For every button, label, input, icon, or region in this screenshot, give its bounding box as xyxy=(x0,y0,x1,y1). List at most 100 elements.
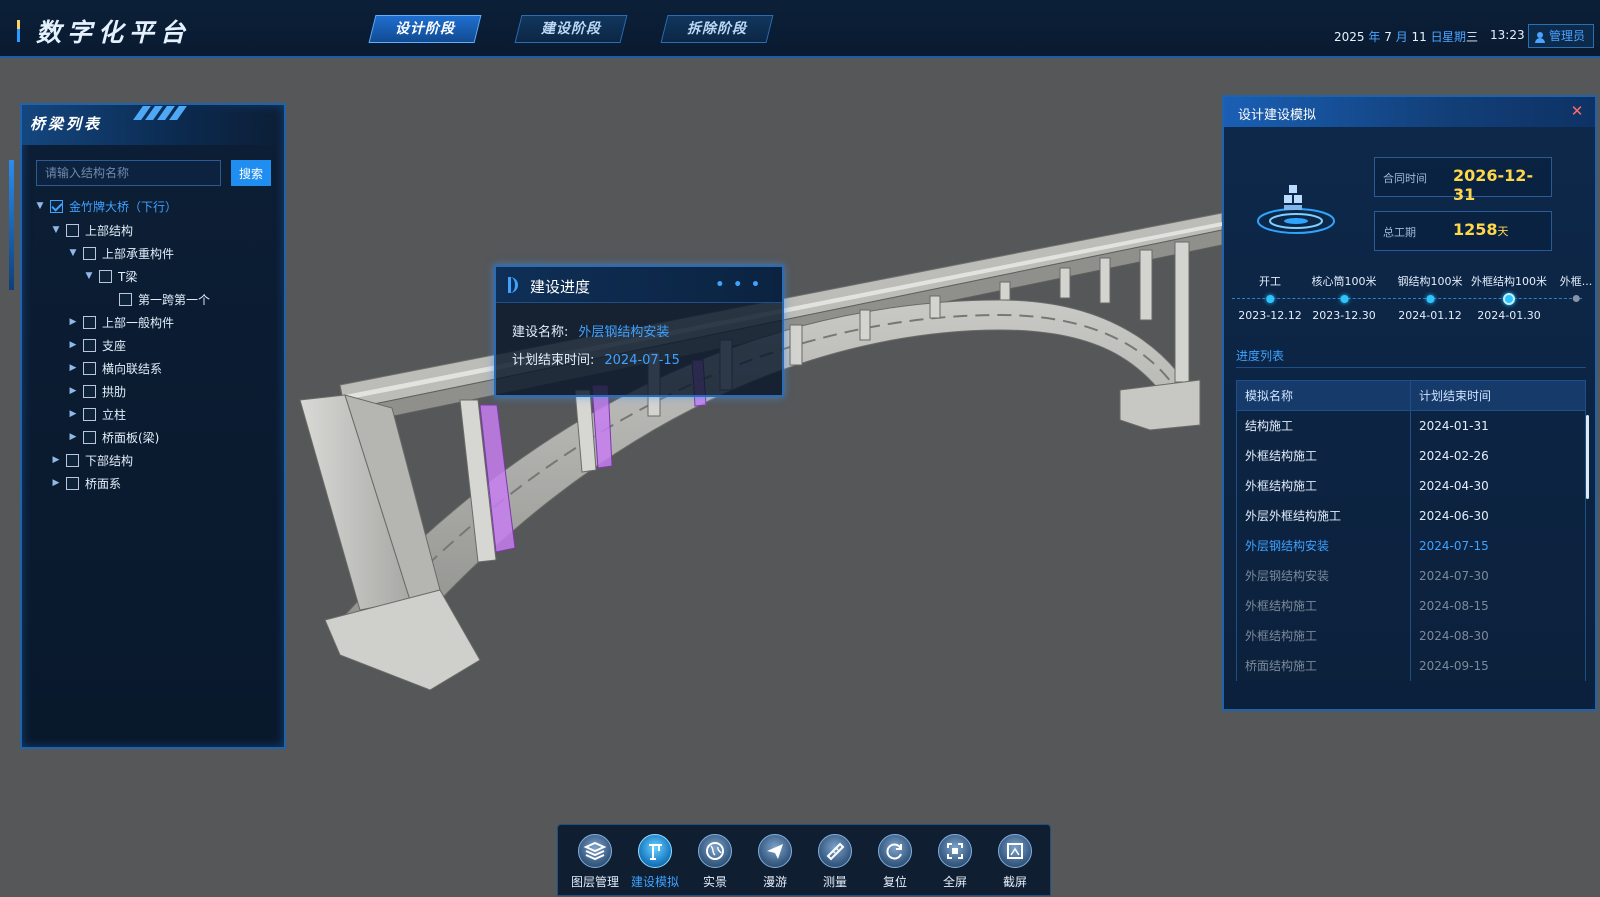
milestone-node[interactable]: 核心筒100米 2023-12.30 xyxy=(1312,273,1377,322)
tree-node-bearing[interactable]: ▶ 支座 xyxy=(67,335,126,355)
right-abutment xyxy=(1119,379,1201,431)
tree-checkbox[interactable] xyxy=(66,223,79,237)
progress-icon xyxy=(508,277,518,293)
fullscreen-icon xyxy=(947,843,963,859)
construction-name-row: 建设名称: 外层钢结构安装 xyxy=(512,325,670,340)
table-scrollbar[interactable] xyxy=(1586,415,1589,499)
simulation-panel-header: 设计建设模拟 ✕ xyxy=(1224,97,1595,127)
header-weekday: 星期三 xyxy=(1442,30,1479,44)
construction-simulation-button[interactable]: 建设模拟 xyxy=(626,834,684,890)
tree-node-arch-rib[interactable]: ▶ 拱肋 xyxy=(67,381,126,401)
progress-popup-header: 建设进度 • • • xyxy=(496,267,782,303)
bridge-list-title: 桥梁列表 xyxy=(30,115,103,133)
crane-icon xyxy=(649,844,662,860)
left-panel-accent xyxy=(9,160,14,290)
tree-node-general-members[interactable]: ▶ 上部一般构件 xyxy=(67,312,174,332)
top-header: 数字化平台 设计阶段 建设阶段 拆除阶段 2025 年 7 月 11 日 星期三… xyxy=(0,0,1600,58)
tree-node-t-beam[interactable]: ▼ T梁 xyxy=(83,266,137,286)
section-divider xyxy=(1236,367,1586,368)
roam-button[interactable]: 漫游 xyxy=(746,834,804,890)
search-button[interactable]: 搜索 xyxy=(231,160,271,186)
table-row[interactable]: 外框结构施工 2024-08-30 xyxy=(1236,620,1586,651)
tree-checkbox[interactable] xyxy=(99,269,112,283)
globe-icon xyxy=(706,842,724,860)
reset-icon xyxy=(886,843,902,860)
simulation-panel-title: 设计建设模拟 xyxy=(1238,108,1317,123)
tree-node-column[interactable]: ▶ 立柱 xyxy=(67,404,126,424)
milestone-node-current[interactable]: 外框结构100米 2024-01.30 xyxy=(1471,273,1547,322)
user-button[interactable]: 管理员 xyxy=(1527,24,1594,48)
tree-checkbox[interactable] xyxy=(83,430,96,444)
milestone-node-future[interactable]: 外框... xyxy=(1560,273,1592,308)
tree-checkbox[interactable] xyxy=(50,199,63,213)
tree-node-first-span[interactable]: 第一跨第一个 xyxy=(115,289,210,309)
tree-node-bridge[interactable]: ▼ 金竹牌大桥（下行） xyxy=(34,196,177,216)
tree-checkbox[interactable] xyxy=(66,453,79,467)
collapse-caret-icon[interactable]: ▶ xyxy=(67,317,79,327)
column-header-name[interactable]: 模拟名称 xyxy=(1236,380,1411,411)
collapse-caret-icon[interactable]: ▶ xyxy=(67,432,79,442)
expand-caret-icon[interactable]: ▼ xyxy=(83,271,95,281)
tree-checkbox[interactable] xyxy=(83,315,96,329)
collapse-caret-icon[interactable]: ▶ xyxy=(50,455,62,465)
tree-node-substructure[interactable]: ▶ 下部结构 xyxy=(50,450,133,470)
more-options-icon[interactable]: • • • xyxy=(715,277,762,293)
project-emblem-icon xyxy=(1257,185,1335,234)
milestone-node[interactable]: 钢结构100米 2024-01.12 xyxy=(1398,273,1463,322)
collapse-caret-icon[interactable]: ▶ xyxy=(67,340,79,350)
tab-demolition-stage[interactable]: 拆除阶段 xyxy=(660,15,774,43)
collapse-caret-icon[interactable]: ▶ xyxy=(67,409,79,419)
table-row[interactable]: 外框结构施工 2024-08-15 xyxy=(1236,590,1586,621)
tree-node-load-bearing[interactable]: ▼ 上部承重构件 xyxy=(67,243,174,263)
tab-design-stage[interactable]: 设计阶段 xyxy=(368,15,482,43)
contract-date-box: 合同时间 2026-12-31 xyxy=(1374,157,1552,204)
table-row-active[interactable]: 外层钢结构安装 2024-07-15 xyxy=(1236,530,1586,561)
user-icon xyxy=(1534,31,1545,43)
column-header-end-date[interactable]: 计划结束时间 xyxy=(1410,380,1586,411)
tree-node-superstructure[interactable]: ▼ 上部结构 xyxy=(50,220,133,240)
expand-caret-icon[interactable]: ▼ xyxy=(67,248,79,258)
table-row[interactable]: 结构施工 2024-01-31 xyxy=(1236,410,1586,441)
ruler-icon xyxy=(826,842,845,861)
expand-caret-icon[interactable]: ▼ xyxy=(34,201,46,211)
bottom-toolbar: 图层管理 建设模拟 实景 漫游 测量 复位 全屏 截屏 xyxy=(557,824,1051,896)
layer-manager-button[interactable]: 图层管理 xyxy=(566,834,624,890)
live-view-button[interactable]: 实景 xyxy=(686,834,744,890)
expand-caret-icon[interactable]: ▼ xyxy=(50,225,62,235)
tab-construction-stage[interactable]: 建设阶段 xyxy=(514,15,628,43)
table-row[interactable]: 外框结构施工 2024-04-30 xyxy=(1236,470,1586,501)
table-row[interactable]: 外框结构施工 2024-02-26 xyxy=(1236,440,1586,471)
progress-popup-title: 建设进度 xyxy=(530,278,591,296)
table-row[interactable]: 桥面结构施工 2024-09-15 xyxy=(1236,650,1586,681)
table-row[interactable]: 外层钢结构安装 2024-07-30 xyxy=(1236,560,1586,591)
title-accent-bar xyxy=(17,20,20,42)
measure-button[interactable]: 测量 xyxy=(806,834,864,890)
screenshot-icon xyxy=(1007,843,1023,859)
structure-search-input[interactable] xyxy=(36,160,221,186)
bridge-list-header: 桥梁列表 xyxy=(22,105,284,145)
collapse-caret-icon[interactable]: ▶ xyxy=(67,386,79,396)
tree-checkbox[interactable] xyxy=(83,361,96,375)
tree-checkbox[interactable] xyxy=(83,407,96,421)
screenshot-button[interactable]: 截屏 xyxy=(986,834,1044,890)
tree-checkbox[interactable] xyxy=(83,338,96,352)
fullscreen-button[interactable]: 全屏 xyxy=(926,834,984,890)
collapse-caret-icon[interactable]: ▶ xyxy=(67,363,79,373)
tree-checkbox[interactable] xyxy=(83,384,96,398)
total-duration-box: 总工期 1258天 xyxy=(1374,211,1552,251)
tree-node-lateral-bracing[interactable]: ▶ 横向联结系 xyxy=(67,358,162,378)
progress-list-title: 进度列表 xyxy=(1236,349,1285,363)
milestone-node[interactable]: 开工 2023-12.12 xyxy=(1238,273,1301,322)
header-stripes-decoration xyxy=(133,105,208,120)
table-row[interactable]: 外层外框结构施工 2024-06-30 xyxy=(1236,500,1586,531)
reset-button[interactable]: 复位 xyxy=(866,834,924,890)
design-simulation-panel: 设计建设模拟 ✕ 合同时间 2026-12-31 总工期 1258天 开工 202… xyxy=(1222,95,1597,711)
collapse-caret-icon[interactable]: ▶ xyxy=(50,478,62,488)
close-icon[interactable]: ✕ xyxy=(1569,103,1585,119)
tree-node-deck-slab[interactable]: ▶ 桥面板(梁) xyxy=(67,427,159,447)
tree-checkbox[interactable] xyxy=(119,292,132,306)
tree-checkbox[interactable] xyxy=(83,246,96,260)
tree-node-deck-system[interactable]: ▶ 桥面系 xyxy=(50,473,121,493)
table-header-row: 模拟名称 计划结束时间 xyxy=(1236,380,1586,411)
tree-checkbox[interactable] xyxy=(66,476,79,490)
